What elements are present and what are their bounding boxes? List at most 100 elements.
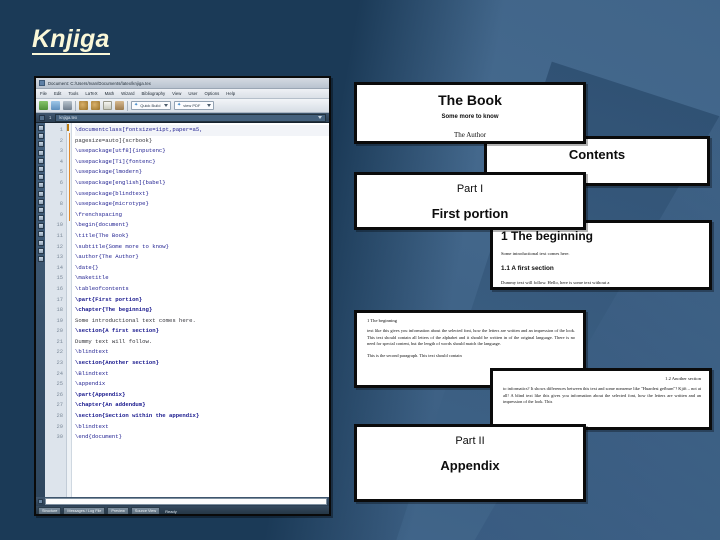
sidebar-tool-icon-3[interactable] [37,141,44,148]
code-fold-column[interactable] [67,123,72,497]
menu-item-view[interactable]: View [172,91,181,96]
paste-icon[interactable] [115,101,124,110]
code-line[interactable]: \documentclass[fontsize=11pt,paper=a5, [75,125,329,136]
code-line[interactable]: \blindtext [75,347,329,358]
menu-item-bibliography[interactable]: Bibliography [142,91,166,96]
code-line[interactable]: \usepackage[english]{babel} [75,178,329,189]
code-line[interactable]: \section{Section within the appendix} [75,411,329,422]
menu-item-tools[interactable]: Tools [68,91,78,96]
another-section-paragraph: to informatics? It shows differences bet… [503,386,701,405]
view-pdf-dropdown[interactable]: ✦ view PDF [174,101,214,110]
status-tab-source[interactable]: Source View [130,507,161,514]
code-line[interactable]: \begin{document} [75,220,329,231]
code-line[interactable]: \appendix [75,379,329,390]
sidebar-tool-icon-1[interactable] [37,125,44,131]
code-line[interactable]: \blindtext [75,422,329,433]
code-line[interactable]: \part{Appendix} [75,390,329,401]
tab-number: 1 [49,115,52,120]
line-number: 18 [56,307,63,314]
status-tab-messages[interactable]: Messages / Log File [63,507,106,514]
status-tab-structure[interactable]: Structure [38,507,62,514]
code-line[interactable]: \section{A first section} [75,326,329,337]
search-icon[interactable] [38,499,43,504]
sidebar-tool-icon-7[interactable] [37,174,44,181]
sidebar-tool-icon-12[interactable] [37,215,44,222]
code-line[interactable]: \part{First portion} [75,295,329,306]
code-line[interactable]: \usepackage[T1]{fontenc} [75,157,329,168]
code-line[interactable]: \Blindtext [75,369,329,380]
menu-item-user[interactable]: User [188,91,197,96]
open-document-icon[interactable] [51,101,60,110]
code-line[interactable]: \tableofcontents [75,284,329,295]
sidebar-tool-icon-5[interactable] [37,157,44,164]
code-line[interactable]: \date{} [75,263,329,274]
code-line[interactable]: \frenchspacing [75,210,329,221]
editor-side-toolbar[interactable] [36,123,45,497]
menu-item-edit[interactable]: Edit [54,91,61,96]
code-line[interactable]: \usepackage{microtype} [75,199,329,210]
code-line[interactable]: \title{The Book} [75,231,329,242]
menu-item-options[interactable]: Options [204,91,219,96]
code-line[interactable]: \chapter{The beginning} [75,305,329,316]
tab-list-icon[interactable] [39,114,45,121]
code-line[interactable]: \usepackage{blindtext} [75,189,329,200]
code-editor-area[interactable]: \documentclass[fontsize=11pt,paper=a5, pa… [72,123,329,497]
sidebar-tool-icon-4[interactable] [37,149,44,156]
line-number: 25 [56,381,63,388]
status-tab-row[interactable]: Structure Messages / Log File Preview So… [36,506,329,514]
quick-build-dropdown[interactable]: ✦ Quick Build [131,101,171,110]
chevron-down-icon-2[interactable] [207,104,211,107]
code-line[interactable]: Some introductional text comes here. [75,316,329,327]
save-document-icon[interactable] [63,101,72,110]
sidebar-tool-icon-15[interactable] [37,239,44,246]
body-paragraph-two: This is the second paragraph. This text … [367,352,462,358]
book-subtitle: Some more to know [441,114,499,120]
sidebar-tool-icon-10[interactable] [37,198,44,205]
code-line[interactable]: \usepackage[utf8]{inputenc} [75,146,329,157]
code-line[interactable]: \usepackage{lmodern} [75,167,329,178]
sidebar-tool-icon-17[interactable] [37,256,44,262]
section-heading: 1.1 A first section [501,264,554,272]
new-document-icon[interactable] [39,101,48,110]
code-line[interactable]: \subtitle{Some more to know} [75,242,329,253]
redo-icon[interactable] [91,101,100,110]
menu-item-latex[interactable]: LaTeX [85,91,97,96]
undo-icon[interactable] [79,101,88,110]
sidebar-tool-icon-14[interactable] [37,231,44,238]
code-line[interactable]: \section{Another section} [75,358,329,369]
sidebar-tool-icon-9[interactable] [37,190,44,197]
section-body-text: Dummy text will follow. Hello, here is s… [501,279,610,285]
search-input[interactable] [45,498,327,505]
code-line[interactable]: \chapter{An addendum} [75,400,329,411]
search-row[interactable] [36,497,329,506]
chevron-down-icon-tabs[interactable] [318,116,322,119]
contents-heading: Contents [568,147,626,162]
sidebar-tool-icon-16[interactable] [37,247,44,254]
editor-tab-bar[interactable]: 1 knjiga.tex [36,113,329,123]
sidebar-tool-icon-11[interactable] [37,206,44,213]
code-line[interactable]: Dummy text will follow. [75,337,329,348]
line-number: 20 [56,328,63,335]
menu-item-wizard[interactable]: Wizard [121,91,134,96]
open-file-tab[interactable]: knjiga.tex [55,113,326,122]
chevron-down-icon[interactable] [164,104,168,107]
editor-toolbar[interactable]: ✦ Quick Build ✦ view PDF [36,99,329,113]
line-number: 23 [56,360,63,367]
sidebar-tool-icon-13[interactable] [37,223,44,230]
sidebar-tool-icon-2[interactable] [37,133,44,140]
fold-marker-icon[interactable] [67,124,69,131]
menu-item-help[interactable]: Help [226,91,235,96]
part-one-label: Part I [456,183,484,195]
menu-item-math[interactable]: Math [105,91,115,96]
copy-icon[interactable] [103,101,112,110]
editor-body: 1 2 3 4 5 6 7 8 9 10 11 12 13 14 15 16 17 18 19 20 21 22 23 24 2… [36,123,329,497]
sidebar-tool-icon-6[interactable] [37,165,44,172]
code-line[interactable]: \end{document} [75,432,329,443]
code-line[interactable]: \maketitle [75,273,329,284]
sidebar-tool-icon-8[interactable] [37,182,44,189]
status-tab-preview[interactable]: Preview [107,507,129,514]
code-line[interactable]: pagesize=auto]{scrbook} [75,136,329,147]
code-line[interactable]: \author{The Author} [75,252,329,263]
menu-item-file[interactable]: File [40,91,47,96]
editor-menu-bar[interactable]: File Edit Tools LaTeX Math Wizard Biblio… [36,89,329,99]
